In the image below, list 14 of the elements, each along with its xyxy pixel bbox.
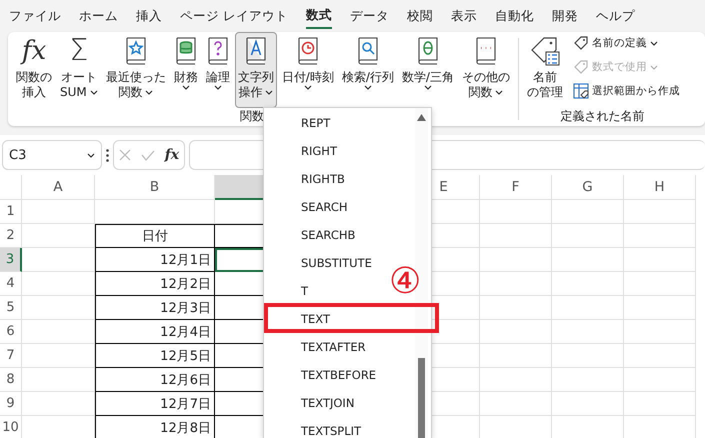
group-label: 関数 <box>240 108 264 125</box>
table-cell: 12月2日 <box>95 272 215 296</box>
table-cell: 12月1日 <box>95 248 215 272</box>
function-icon: fx <box>22 36 46 66</box>
table-cell: 日付 <box>95 224 215 248</box>
table-cell: 12月5日 <box>95 344 215 368</box>
table-cell: 12月6日 <box>95 368 215 392</box>
table-cell: 12月4日 <box>95 320 215 344</box>
step-marker: ④ <box>389 264 422 300</box>
sum-icon: Σ <box>69 36 88 66</box>
table-cell: 12月3日 <box>95 296 215 320</box>
group-label: 定義された名前 <box>559 108 646 125</box>
table-cell: 12月7日 <box>95 392 215 416</box>
table-cell: 12月8日 <box>95 416 215 438</box>
